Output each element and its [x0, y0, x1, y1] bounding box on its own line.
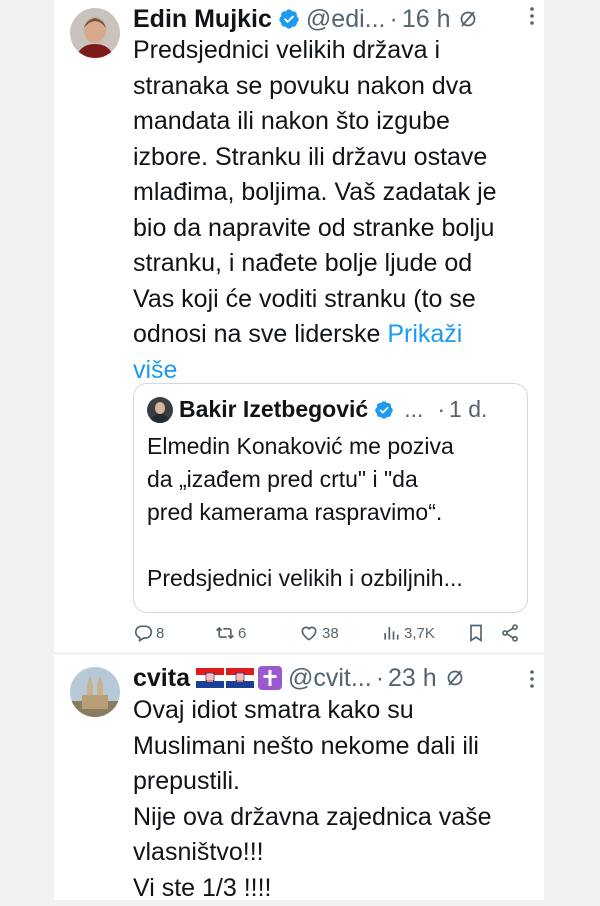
views-button[interactable]: 3,7K	[381, 623, 435, 643]
share-icon[interactable]	[500, 623, 520, 643]
reply-button[interactable]: 8	[133, 623, 164, 643]
like-count: 38	[322, 624, 339, 642]
more-icon[interactable]	[520, 4, 544, 28]
more-icon[interactable]	[520, 667, 544, 691]
views-count: 3,7K	[404, 624, 435, 642]
avatar[interactable]	[70, 667, 120, 717]
quote-text: Elmedin Konaković me poziva da „izađem p…	[147, 433, 463, 591]
author-name[interactable]: Edin Mujkic	[133, 5, 272, 34]
like-icon	[301, 626, 317, 641]
tweet-card[interactable]: cvita @cvit... · 23 h Ovaj idiot smatra …	[54, 655, 544, 902]
separator-dot: ·	[389, 4, 398, 33]
flag-croatia-icon	[225, 668, 254, 688]
flag-croatia-icon	[195, 668, 224, 688]
quote-handle: ...	[404, 396, 424, 422]
tweet-time[interactable]: 16 h	[402, 5, 451, 34]
tweet-card[interactable]: Edin Mujkic @edi... · 16 h Predsjednici …	[54, 0, 544, 652]
tweet-text: Ovaj idiot smatra kako su Muslimani nešt…	[133, 696, 492, 902]
reply-icon	[134, 625, 153, 642]
grok-icon[interactable]	[458, 9, 478, 29]
cross-icon	[257, 666, 282, 690]
repost-count: 6	[238, 624, 247, 642]
author-handle[interactable]: @cvit...	[288, 664, 372, 693]
views-icon	[384, 627, 399, 640]
tweet-time[interactable]: 23 h	[388, 664, 437, 693]
quote-author-name: Bakir Izetbegović	[179, 396, 369, 422]
avatar[interactable]	[70, 8, 120, 58]
repost-button[interactable]: 6	[215, 623, 246, 643]
verified-badge-icon	[375, 400, 393, 419]
tweet-text: Predsjednici velikih država i stranaka s…	[133, 33, 534, 388]
repost-icon	[216, 626, 234, 640]
separator-dot: ·	[437, 396, 446, 422]
verified-badge-icon	[279, 9, 299, 29]
quote-avatar	[147, 396, 173, 423]
tweet-body: Predsjednici velikih država i stranaka s…	[133, 36, 497, 348]
author-handle[interactable]: @edi...	[306, 5, 386, 34]
quote-time: 1 d.	[449, 396, 488, 422]
reply-count: 8	[156, 624, 165, 642]
grok-icon[interactable]	[445, 668, 465, 688]
like-button[interactable]: 38	[299, 623, 339, 643]
bookmark-icon[interactable]	[466, 623, 486, 643]
author-name[interactable]: cvita	[133, 664, 190, 693]
separator-dot: ·	[375, 663, 385, 692]
action-bar: 8 6 38 3,7K	[133, 620, 530, 646]
quoted-tweet[interactable]: Bakir Izetbegović ... · 1 d. Elmedin Kon…	[133, 383, 528, 613]
